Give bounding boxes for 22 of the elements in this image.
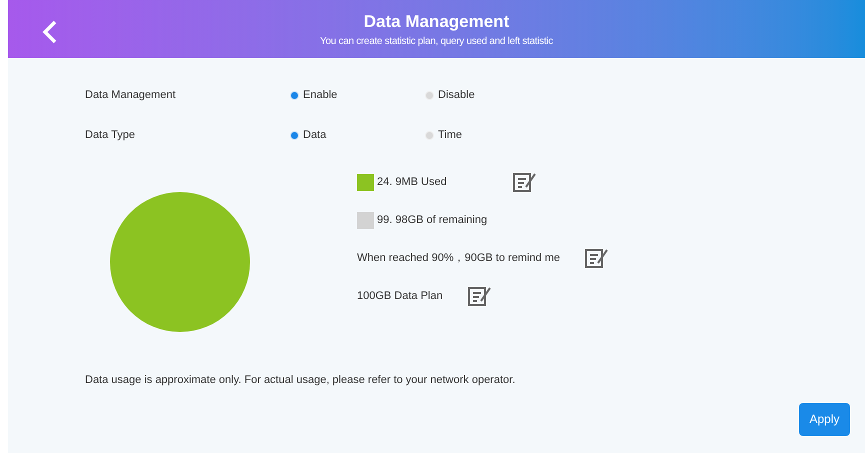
radio-option[interactable]: Enable <box>290 86 425 104</box>
legend-text: 24. 9MB Used <box>377 174 448 190</box>
legend-text: 100GB Data Plan <box>357 288 444 304</box>
radio-icon[interactable] <box>290 130 299 140</box>
edit-icon[interactable] <box>584 247 610 269</box>
legend-text: When reached 90%，90GB to remind me <box>357 250 561 266</box>
edit-icon[interactable] <box>512 171 538 193</box>
radio-option[interactable]: Time <box>425 126 560 144</box>
radio-option[interactable]: Data <box>290 126 425 144</box>
back-icon[interactable] <box>41 19 59 45</box>
page-subtitle: You can create statistic plan, query used and left statistic <box>320 34 553 48</box>
edit-icon[interactable] <box>466 285 493 307</box>
setting-label: Data Type <box>85 128 136 143</box>
page-title: Data Management <box>364 10 510 33</box>
radio-option[interactable]: Disable <box>425 86 560 104</box>
radio-icon[interactable] <box>425 130 434 140</box>
apply-button[interactable]: Apply <box>799 402 850 436</box>
setting-label: Data Management <box>85 88 176 103</box>
radio-icon[interactable] <box>425 90 434 100</box>
radio-icon[interactable] <box>290 90 299 100</box>
disclaimer-text: Data usage is approximate only. For actual usage, please refer to your network operator. <box>85 373 516 388</box>
legend-text: 99. 98GB of remaining <box>377 212 488 228</box>
